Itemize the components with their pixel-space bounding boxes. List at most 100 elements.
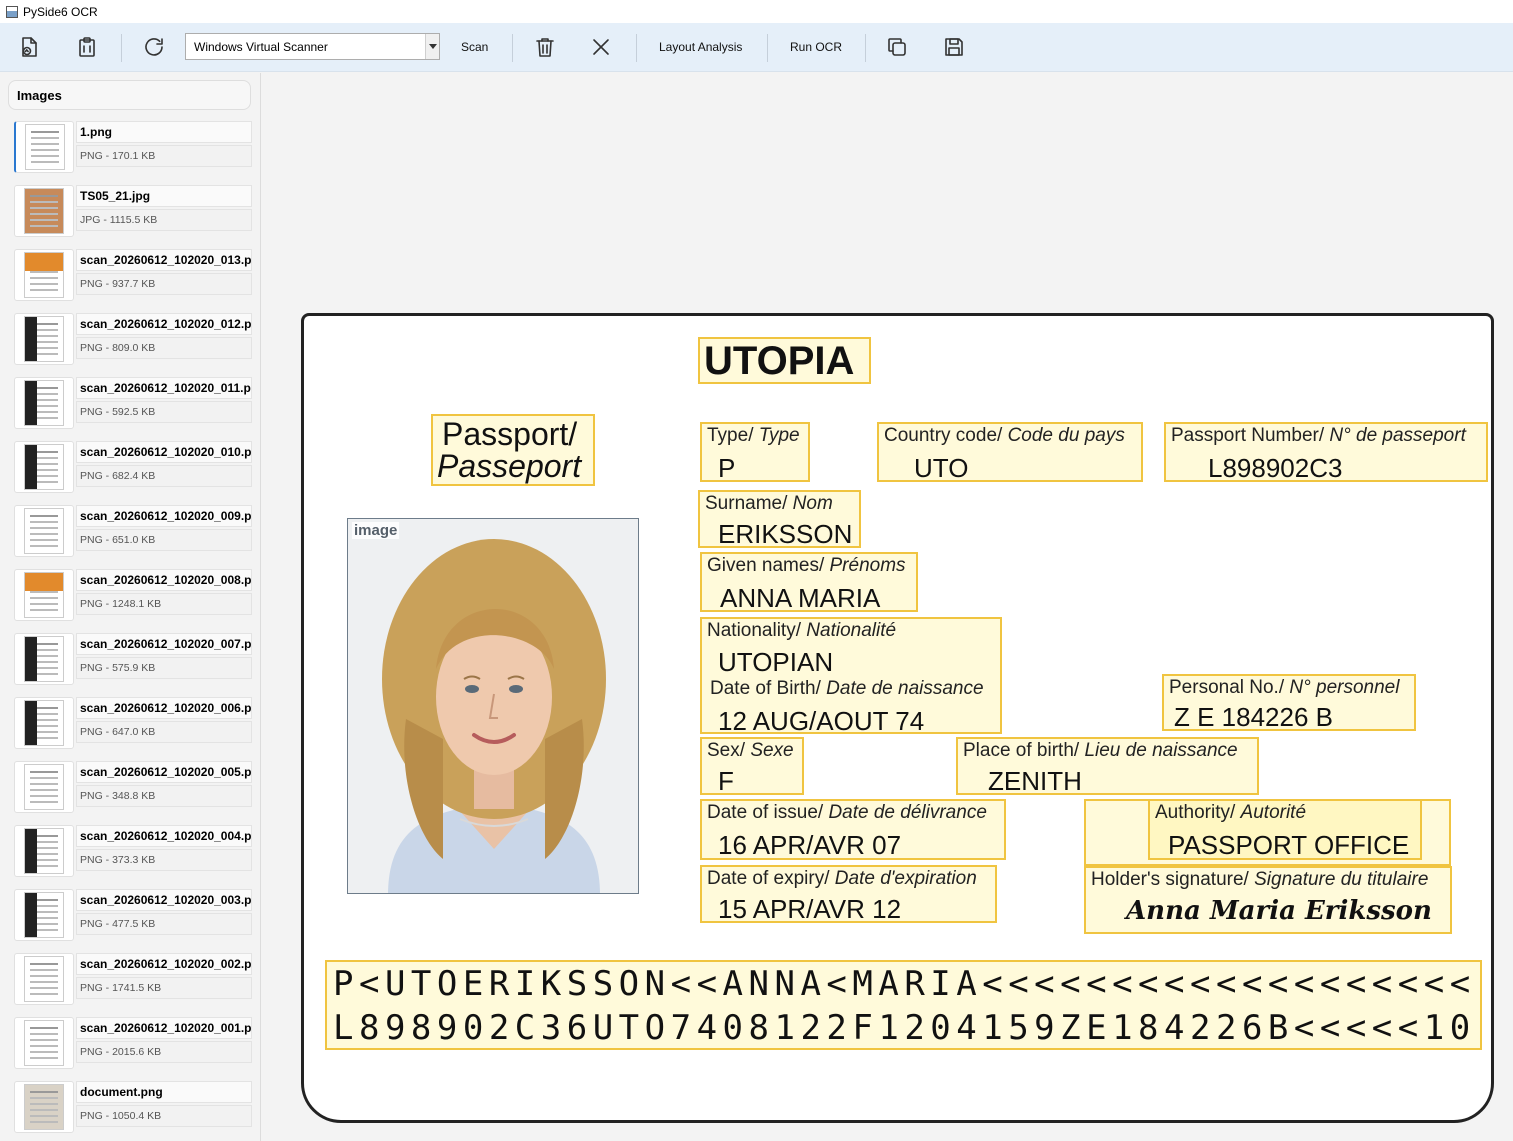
doc-title-line-2: Passeport — [437, 448, 582, 484]
file-meta: PNG - 1741.5 KB — [76, 977, 252, 999]
file-name: TS05_21.jpg — [76, 185, 252, 207]
file-meta: PNG - 373.3 KB — [76, 849, 252, 871]
list-item[interactable]: scan_20260612_102020_006.pr PNG - 647.0 … — [12, 695, 252, 759]
date-of-issue-value: 16 APR/AVR 07 — [718, 830, 902, 860]
file-meta: PNG - 682.4 KB — [76, 465, 252, 487]
list-item[interactable]: scan_20260612_102020_003.pr PNG - 477.5 … — [12, 887, 252, 951]
file-name: scan_20260612_102020_013.pr — [76, 249, 252, 271]
photo-region-tag: image — [352, 522, 400, 539]
file-thumbnail — [14, 953, 74, 1005]
image-canvas[interactable]: UTOPIA Passport/ Passeport image Type/ T… — [262, 73, 1513, 1141]
ocr-region-signature[interactable]: Holder's signature/ Signature du titulai… — [1084, 866, 1452, 934]
delete-button[interactable] — [530, 31, 560, 63]
scan-button[interactable]: Scan — [461, 31, 488, 63]
list-item[interactable]: TS05_21.jpg JPG - 1115.5 KB — [12, 183, 252, 247]
paste-button[interactable] — [72, 31, 102, 63]
file-thumbnail — [14, 121, 74, 173]
file-thumbnail — [14, 377, 74, 429]
ocr-region-date-of-expiry[interactable]: Date of expiry/ Date d'expiration 15 APR… — [700, 865, 997, 924]
toolbar-separator — [636, 34, 637, 62]
file-thumbnail — [14, 825, 74, 877]
scanner-select-value: Windows Virtual Scanner — [194, 39, 328, 54]
ocr-region-personal-no[interactable]: Personal No./ N° personnel Z E 184226 B — [1162, 674, 1416, 732]
file-name: scan_20260612_102020_004.pr — [76, 825, 252, 847]
file-thumbnail — [14, 249, 74, 301]
ocr-region-country[interactable]: UTOPIA — [698, 337, 871, 384]
file-name: scan_20260612_102020_007.pr — [76, 633, 252, 655]
date-of-issue-label: Date of issue/ Date de délivrance — [707, 802, 987, 823]
file-name: scan_20260612_102020_010.pr — [76, 441, 252, 463]
file-name: scan_20260612_102020_011.pr — [76, 377, 252, 399]
personal-no-value: Z E 184226 B — [1174, 702, 1333, 732]
nationality-value: UTOPIAN — [718, 647, 834, 677]
file-thumbnail — [14, 761, 74, 813]
ocr-region-passport-number[interactable]: Passport Number/ N° de passeport L898902… — [1164, 422, 1488, 483]
file-thumbnail — [14, 633, 74, 685]
layout-analysis-button[interactable]: Layout Analysis — [659, 31, 742, 63]
save-button[interactable] — [939, 31, 969, 63]
date-of-expiry-value: 15 APR/AVR 12 — [718, 894, 902, 924]
file-thumbnail — [14, 569, 74, 621]
file-meta: PNG - 170.1 KB — [76, 145, 252, 167]
list-item[interactable]: scan_20260612_102020_002.pr PNG - 1741.5… — [12, 951, 252, 1015]
ocr-region-given-names[interactable]: Given names/ Prénoms ANNA MARIA — [700, 552, 918, 613]
file-name: document.png — [76, 1081, 252, 1103]
list-item[interactable]: scan_20260612_102020_005.pr PNG - 348.8 … — [12, 759, 252, 823]
clear-button[interactable] — [586, 31, 616, 63]
holder-signature: Anna Maria Eriksson — [1126, 896, 1432, 926]
nationality-label: Nationality/ Nationalité — [707, 620, 897, 641]
list-item[interactable]: scan_20260612_102020_008.pr PNG - 1248.1… — [12, 567, 252, 631]
given-names-value: ANNA MARIA — [720, 583, 881, 613]
list-item[interactable]: scan_20260612_102020_007.pr PNG - 575.9 … — [12, 631, 252, 695]
open-file-button[interactable] — [14, 31, 44, 63]
holder-photo[interactable]: image — [347, 518, 639, 894]
list-item[interactable]: scan_20260612_102020_009.pr PNG - 651.0 … — [12, 503, 252, 567]
ocr-region-nationality-dob[interactable]: Nationality/ Nationalité UTOPIAN Date of… — [700, 617, 1002, 736]
ocr-region-date-of-issue[interactable]: Date of issue/ Date de délivrance 16 APR… — [700, 799, 1006, 860]
passport-number-label: Passport Number/ N° de passeport — [1171, 425, 1466, 446]
holder-portrait-image — [348, 519, 638, 893]
chevron-down-icon[interactable] — [425, 34, 439, 59]
date-of-birth-value: 12 AUG/AOUT 74 — [718, 706, 925, 736]
images-panel: Images 1.png PNG - 170.1 KB TS05_21.jpg … — [0, 73, 261, 1141]
file-meta: PNG - 348.8 KB — [76, 785, 252, 807]
list-item[interactable]: scan_20260612_102020_011.pr PNG - 592.5 … — [12, 375, 252, 439]
ocr-region-mrz[interactable]: P<UTOERIKSSON<<ANNA<MARIA<<<<<<<<<<<<<<<… — [325, 960, 1482, 1050]
country-code-value: UTO — [914, 453, 969, 483]
given-names-label: Given names/ Prénoms — [707, 555, 906, 576]
passport-number-value: L898902C3 — [1208, 453, 1343, 483]
ocr-region-authority[interactable]: Authority/ Autorité PASSPORT OFFICE — [1148, 799, 1422, 860]
authority-value: PASSPORT OFFICE — [1168, 830, 1410, 860]
file-name: scan_20260612_102020_002.pr — [76, 953, 252, 975]
file-thumbnail — [14, 889, 74, 941]
copy-button[interactable] — [882, 31, 912, 63]
list-item[interactable]: scan_20260612_102020_001.pr PNG - 2015.6… — [12, 1015, 252, 1079]
paste-icon — [79, 37, 95, 57]
ocr-region-country-code[interactable]: Country code/ Code du pays UTO — [877, 422, 1143, 483]
list-item[interactable]: 1.png PNG - 170.1 KB — [12, 119, 252, 183]
ocr-region-surname[interactable]: Surname/ Nom ERIKSSON — [698, 490, 861, 549]
toolbar-separator — [767, 34, 768, 62]
file-name: scan_20260612_102020_008.pr — [76, 569, 252, 591]
ocr-region-place-of-birth[interactable]: Place of birth/ Lieu de naissance ZENITH — [956, 737, 1259, 796]
list-item[interactable]: scan_20260612_102020_012.pr PNG - 809.0 … — [12, 311, 252, 375]
file-name: scan_20260612_102020_009.pr — [76, 505, 252, 527]
ocr-region-sex[interactable]: Sex/ Sexe F — [700, 737, 804, 796]
list-item[interactable]: document.png PNG - 1050.4 KB — [12, 1079, 252, 1141]
ocr-region-doc-title[interactable]: Passport/ Passeport — [431, 414, 595, 486]
list-item[interactable]: scan_20260612_102020_013.pr PNG - 937.7 … — [12, 247, 252, 311]
refresh-button[interactable] — [139, 31, 169, 63]
date-of-birth-label: Date of Birth/ Date de naissance — [710, 678, 984, 699]
signature-label: Holder's signature/ Signature du titulai… — [1091, 869, 1429, 890]
open-file-icon — [22, 37, 37, 57]
run-ocr-button[interactable]: Run OCR — [790, 31, 842, 63]
file-name: scan_20260612_102020_003.pr — [76, 889, 252, 911]
ocr-region-type[interactable]: Type/ Type P — [700, 422, 810, 483]
app-icon — [6, 5, 18, 18]
list-item[interactable]: scan_20260612_102020_010.pr PNG - 682.4 … — [12, 439, 252, 503]
file-meta: PNG - 809.0 KB — [76, 337, 252, 359]
list-item[interactable]: scan_20260612_102020_004.pr PNG - 373.3 … — [12, 823, 252, 887]
file-list[interactable]: 1.png PNG - 170.1 KB TS05_21.jpg JPG - 1… — [12, 119, 252, 1141]
scanner-select[interactable]: Windows Virtual Scanner — [185, 33, 440, 60]
trash-icon — [536, 38, 554, 57]
